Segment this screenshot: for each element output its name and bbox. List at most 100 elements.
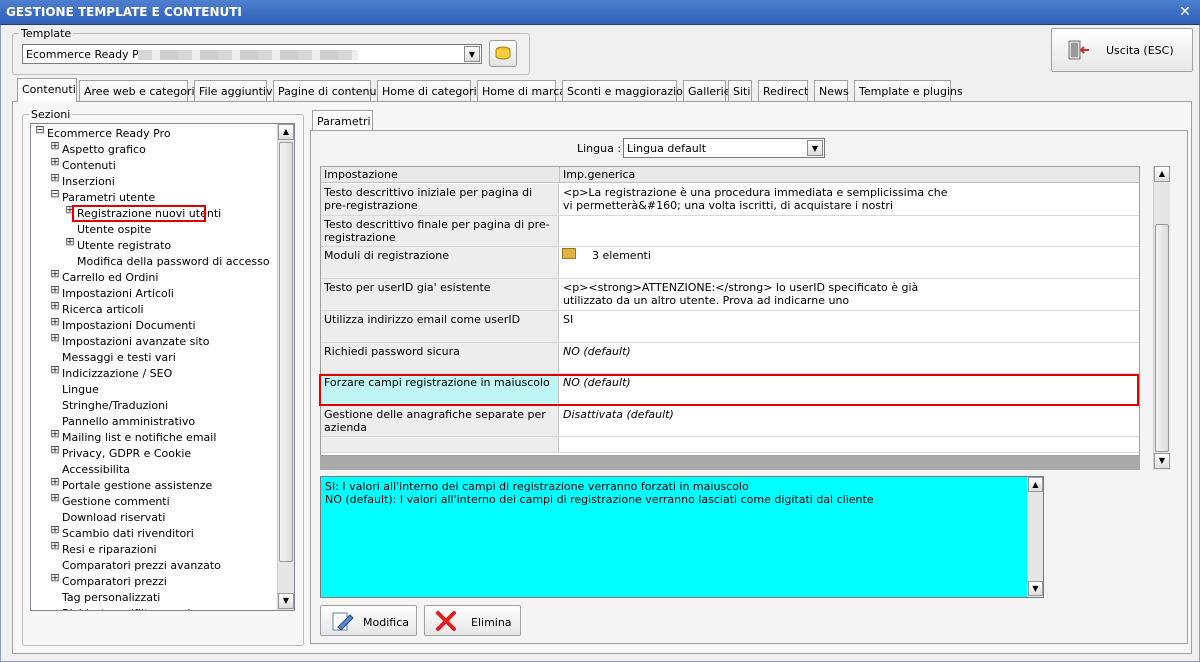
tab-home-categoria[interactable]: Home di categoria bbox=[377, 80, 483, 102]
tree-item[interactable]: Stringhe/Traduzioni bbox=[31, 398, 276, 414]
scroll-down-icon[interactable]: ▼ bbox=[1154, 453, 1170, 469]
tab-contenuti[interactable]: Contenuti bbox=[17, 78, 77, 102]
description-scrollbar[interactable]: ▲ ▼ bbox=[1027, 477, 1043, 597]
tree-item[interactable]: ⊞ Carrello ed Ordini bbox=[31, 268, 276, 286]
tree-item[interactable]: ⊞ Ricerca articoli bbox=[31, 300, 276, 318]
tree-item[interactable]: ⊟ Ecommerce Ready Pro bbox=[31, 124, 276, 142]
description-box[interactable]: SI: I valori all'interno dei campi di re… bbox=[320, 476, 1044, 598]
tree-item[interactable]: ⊞ Mailing list e notifiche email bbox=[31, 428, 276, 446]
expand-icon[interactable]: ⊞ bbox=[49, 492, 61, 503]
expand-icon[interactable]: ⊞ bbox=[49, 156, 61, 167]
expand-icon[interactable]: ⊞ bbox=[64, 236, 76, 247]
table-row[interactable]: Utilizza indirizzo email come userID SI bbox=[321, 311, 1139, 343]
setting-value-cell[interactable]: <p>La registrazione è una procedura imme… bbox=[560, 184, 1139, 215]
tree-item[interactable]: Messaggi e testi vari bbox=[31, 350, 276, 366]
setting-value-cell[interactable]: SI bbox=[560, 311, 1139, 342]
exit-button[interactable]: Uscita (ESC) bbox=[1051, 28, 1193, 72]
expand-icon[interactable]: ⊞ bbox=[49, 300, 61, 311]
expand-icon[interactable]: ⊞ bbox=[49, 284, 61, 295]
tab-file-aggiuntivi[interactable]: File aggiuntivi bbox=[194, 80, 276, 102]
tree-item[interactable]: ⊞ Indicizzazione / SEO bbox=[31, 364, 276, 382]
expand-icon[interactable]: ⊞ bbox=[49, 172, 61, 183]
tree-item[interactable]: ⊞ Scambio dati rivenditori bbox=[31, 524, 276, 542]
tree-item[interactable]: Lingue bbox=[31, 382, 276, 398]
tree-item[interactable]: ⊞ Privacy, GDPR e Cookie bbox=[31, 444, 276, 462]
scroll-up-icon[interactable]: ▲ bbox=[1028, 477, 1043, 492]
tab-sconti[interactable]: Sconti e maggiorazioni bbox=[562, 80, 693, 102]
tab-parametri[interactable]: Parametri bbox=[312, 110, 373, 130]
tree-item[interactable]: ⊞ Impostazioni Articoli bbox=[31, 284, 276, 302]
tree-item[interactable]: ⊞ Portale gestione assistenze bbox=[31, 476, 276, 494]
tab-template-plugins[interactable]: Template e plugins bbox=[854, 80, 963, 102]
expand-icon[interactable]: ⊞ bbox=[49, 268, 61, 279]
expand-icon[interactable]: ⊞ bbox=[49, 332, 61, 343]
expand-icon[interactable]: ⊞ bbox=[49, 444, 61, 455]
tree-item[interactable]: ⊞ Comparatori prezzi bbox=[31, 572, 276, 590]
scroll-down-icon[interactable]: ▼ bbox=[1028, 581, 1043, 596]
tree-scroll-thumb[interactable] bbox=[279, 142, 293, 562]
tab-redirect[interactable]: Redirect bbox=[758, 80, 808, 102]
tree-item[interactable]: ⊞ Aspetto grafico bbox=[31, 140, 276, 158]
table-row[interactable]: Moduli di registrazione 3 elementi bbox=[321, 247, 1139, 279]
scroll-up-icon[interactable]: ▲ bbox=[278, 124, 294, 140]
setting-value-cell[interactable]: Disattivata (default) bbox=[560, 406, 1139, 436]
tree-item[interactable]: ⊞ Contenuti bbox=[31, 156, 276, 174]
tree-item[interactable]: Accessibilita bbox=[31, 462, 276, 478]
table-row[interactable]: Richiedi password sicura NO (default) bbox=[321, 343, 1139, 374]
chevron-down-icon[interactable]: ▼ bbox=[807, 140, 823, 156]
template-select[interactable]: Ecommerce Ready Pro ▼ bbox=[22, 44, 482, 64]
tab-aree-web[interactable]: Aree web e categorie bbox=[79, 80, 201, 102]
tree-item[interactable]: ⊞ Impostazioni Documenti bbox=[31, 316, 276, 334]
table-row[interactable]: Testo descrittivo iniziale per pagina di… bbox=[321, 184, 1139, 216]
setting-value-cell[interactable] bbox=[560, 437, 1139, 452]
tree-item[interactable]: ⊞ Inserzioni bbox=[31, 172, 276, 190]
sections-tree[interactable]: ▲ ▼ ⊟ Ecommerce Ready Pro ⊞ Aspetto grafico… bbox=[30, 123, 295, 611]
tab-news[interactable]: News bbox=[814, 80, 849, 102]
setting-value-cell[interactable]: NO (default) bbox=[560, 343, 1139, 373]
expand-icon[interactable]: ⊞ bbox=[49, 428, 61, 439]
chevron-down-icon[interactable]: ▼ bbox=[464, 46, 480, 62]
collapse-icon[interactable]: ⊟ bbox=[34, 124, 46, 135]
tab-gallerie[interactable]: Gallerie bbox=[683, 80, 731, 102]
table-row[interactable] bbox=[321, 437, 1139, 453]
table-row[interactable]: Testo per userID gia' esistente <p><stron… bbox=[321, 279, 1139, 311]
tab-siti[interactable]: Siti bbox=[728, 80, 752, 102]
tree-item[interactable]: Tag personalizzati bbox=[31, 590, 276, 606]
tree-item[interactable]: Pannello amministrativo bbox=[31, 414, 276, 430]
expand-icon[interactable]: ⊞ bbox=[49, 140, 61, 151]
lingua-select[interactable]: Lingua default ▼ bbox=[623, 138, 825, 158]
template-action-button[interactable] bbox=[489, 40, 517, 67]
tab-home-marca[interactable]: Home di marca bbox=[477, 80, 566, 102]
table-row[interactable]: Gestione delle anagrafiche separate per … bbox=[321, 406, 1139, 437]
elimina-button[interactable]: Elimina bbox=[424, 605, 521, 636]
tree-item[interactable]: ⊞ Resi e riparazioni bbox=[31, 540, 276, 558]
tree-item[interactable]: ⊞ Gestione commenti bbox=[31, 492, 276, 510]
expand-icon[interactable]: ⊞ bbox=[49, 316, 61, 327]
tree-item[interactable]: Richiesta ... (filtro ... ...) bbox=[31, 606, 276, 610]
tree-item[interactable]: ⊞ Utente registrato bbox=[31, 236, 276, 254]
col-header-imp-generica[interactable]: Imp.generica bbox=[560, 167, 1139, 183]
setting-value-cell[interactable]: <p><strong>ATTENZIONE:</strong> lo userI… bbox=[560, 279, 1139, 310]
tree-scrollbar[interactable]: ▲ ▼ bbox=[277, 124, 294, 610]
scroll-down-icon[interactable]: ▼ bbox=[278, 593, 294, 609]
setting-value-cell[interactable] bbox=[560, 216, 1139, 246]
settings-grid[interactable]: Impostazione Imp.generica Testo descritt… bbox=[320, 166, 1140, 456]
tree-item[interactable]: ⊞ Impostazioni avanzate sito bbox=[31, 332, 276, 350]
setting-value-cell[interactable]: 3 elementi bbox=[560, 247, 1139, 278]
table-row[interactable]: Testo descrittivo finale per pagina di p… bbox=[321, 216, 1139, 247]
modifica-button[interactable]: Modifica bbox=[320, 605, 417, 636]
grid-scrollbar[interactable]: ▲ ▼ bbox=[1153, 166, 1170, 470]
tree-item[interactable]: Comparatori prezzi avanzato bbox=[31, 558, 276, 574]
collapse-icon[interactable]: ⊟ bbox=[49, 188, 61, 199]
tree-item[interactable]: Modifica della password di accesso bbox=[31, 254, 276, 270]
expand-icon[interactable]: ⊞ bbox=[49, 476, 61, 487]
col-header-impostazione[interactable]: Impostazione bbox=[321, 167, 560, 183]
scroll-up-icon[interactable]: ▲ bbox=[1154, 166, 1170, 182]
close-icon[interactable]: ✕ bbox=[1176, 4, 1194, 20]
expand-icon[interactable]: ⊞ bbox=[49, 572, 61, 583]
expand-icon[interactable]: ⊞ bbox=[49, 364, 61, 375]
tree-item[interactable]: Download riservati bbox=[31, 510, 276, 526]
grid-scroll-thumb[interactable] bbox=[1155, 224, 1169, 452]
expand-icon[interactable]: ⊞ bbox=[49, 540, 61, 551]
tab-pagine-contenuti[interactable]: Pagine di contenuti bbox=[273, 80, 384, 102]
